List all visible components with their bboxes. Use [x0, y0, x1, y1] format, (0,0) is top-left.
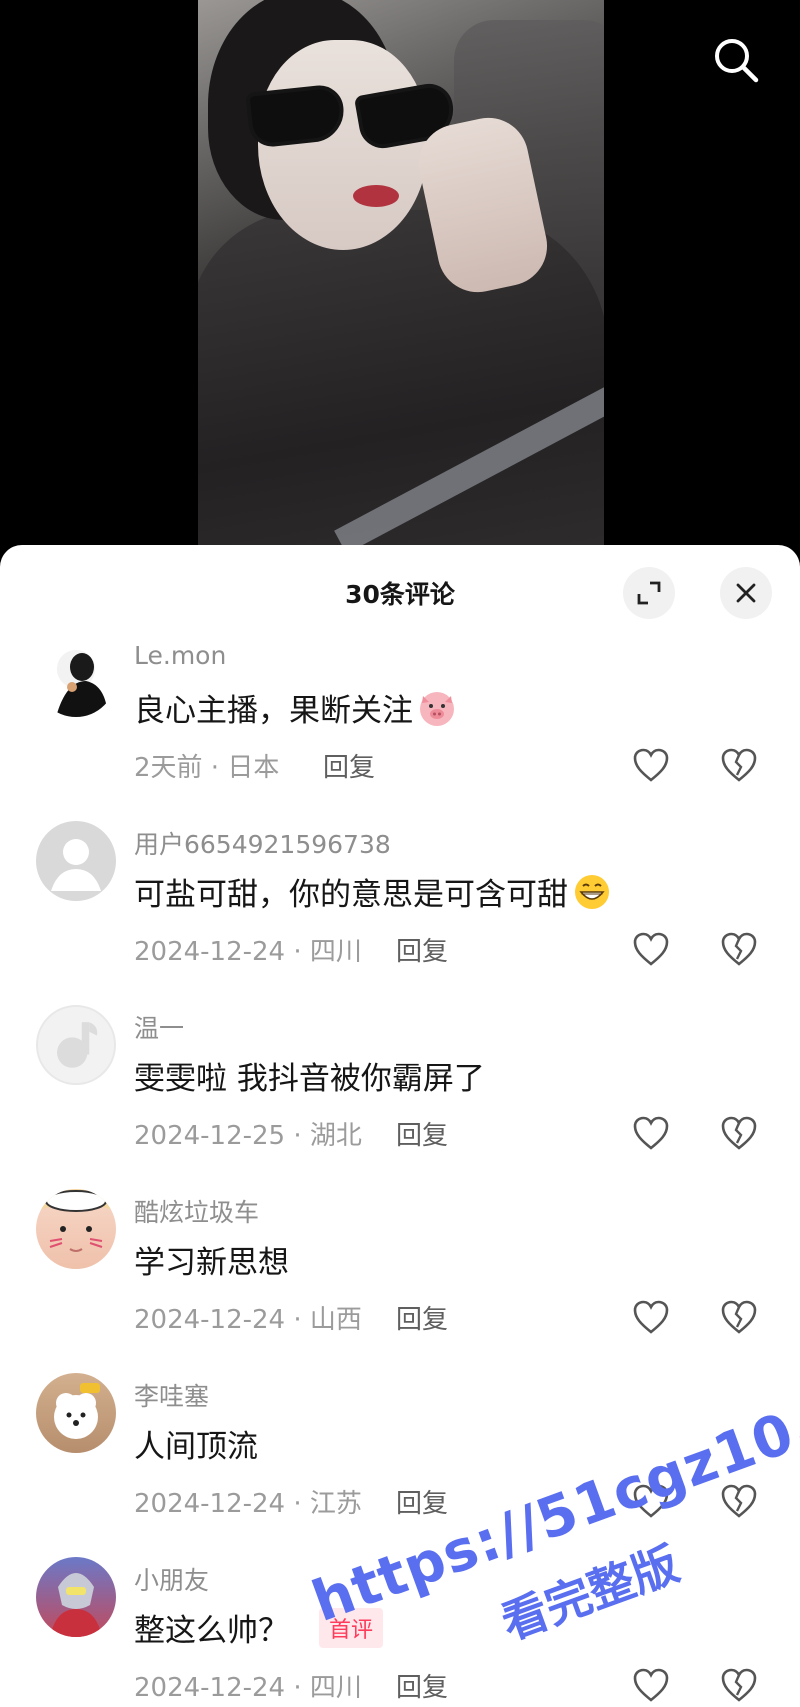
- like-heart-icon[interactable]: [632, 1299, 670, 1335]
- grinning-face-emoji-icon: [575, 874, 609, 909]
- comment-username[interactable]: 酷炫垃圾车: [134, 1193, 259, 1229]
- dislike-broken-heart-icon[interactable]: [720, 747, 758, 783]
- comment-meta: 2024-12-24 · 四川: [134, 937, 362, 967]
- like-heart-icon[interactable]: [632, 747, 670, 783]
- comment-meta: 2024-12-24 · 山西: [134, 1305, 362, 1335]
- comment-text-content: 可盐可甜，你的意思是可含可甜: [134, 877, 568, 913]
- comment-meta: 2024-12-24 · 江苏: [134, 1489, 362, 1519]
- avatar[interactable]: [36, 637, 116, 717]
- comment-item: 小朋友 整这么帅？ 首评 2024-12-24 · 四川 回复: [0, 1557, 800, 1707]
- reply-button[interactable]: 回复: [323, 747, 375, 784]
- dislike-broken-heart-icon[interactable]: [720, 931, 758, 967]
- first-comment-badge: 首评: [319, 1607, 384, 1648]
- comment-meta: 2024-12-25 · 湖北: [134, 1121, 362, 1151]
- comment-item: 酷炫垃圾车 学习新思想 2024-12-24 · 山西 回复: [0, 1189, 800, 1373]
- comment-text: 整这么帅？ 首评: [134, 1605, 384, 1650]
- dislike-broken-heart-icon[interactable]: [720, 1667, 758, 1703]
- expand-button[interactable]: [623, 567, 675, 619]
- video-player[interactable]: [0, 0, 800, 560]
- like-heart-icon[interactable]: [632, 1667, 670, 1703]
- like-heart-icon[interactable]: [632, 931, 670, 967]
- comment-text-content: 整这么帅？: [134, 1613, 289, 1649]
- comment-text-content: 人间顶流: [134, 1429, 258, 1465]
- video-frame[interactable]: [198, 0, 604, 560]
- avatar[interactable]: [36, 1189, 116, 1269]
- expand-icon: [637, 581, 661, 605]
- close-icon: [736, 583, 756, 603]
- comment-username[interactable]: 小朋友: [134, 1561, 209, 1597]
- search-icon: [715, 39, 759, 83]
- comment-username[interactable]: Le.mon: [134, 641, 226, 670]
- lips: [353, 185, 399, 207]
- dislike-broken-heart-icon[interactable]: [720, 1299, 758, 1335]
- comment-sheet: 30条评论 Le.mon 良心主播，果断关注 2天前 · 日本 回复 用户665…: [0, 545, 800, 1707]
- comment-item: 用户6654921596738 可盐可甜，你的意思是可含可甜 2024-12-2…: [0, 821, 800, 1005]
- search-button[interactable]: [712, 36, 760, 84]
- like-heart-icon[interactable]: [632, 1115, 670, 1151]
- comment-text: 学习新思想: [134, 1237, 289, 1282]
- comment-item: Le.mon 良心主播，果断关注 2天前 · 日本 回复: [0, 637, 800, 821]
- comment-item: 李哇塞 人间顶流 2024-12-24 · 江苏 回复: [0, 1373, 800, 1557]
- comment-text-content: 良心主播，果断关注: [134, 693, 413, 729]
- reply-button[interactable]: 回复: [396, 1483, 448, 1520]
- avatar[interactable]: [36, 1373, 116, 1453]
- comment-text: 人间顶流: [134, 1421, 258, 1466]
- comment-text-content: 雯雯啦 我抖音被你霸屏了: [134, 1061, 485, 1097]
- comment-text-content: 学习新思想: [134, 1245, 289, 1281]
- comment-meta: 2天前 · 日本: [134, 753, 280, 783]
- comment-text: 良心主播，果断关注: [134, 685, 457, 730]
- sunglasses: [245, 80, 459, 152]
- comment-count-title: 30条评论: [345, 580, 455, 609]
- reply-button[interactable]: 回复: [396, 1115, 448, 1152]
- reply-button[interactable]: 回复: [396, 1299, 448, 1336]
- avatar[interactable]: [36, 1005, 116, 1085]
- like-heart-icon[interactable]: [632, 1483, 670, 1519]
- comment-text: 可盐可甜，你的意思是可含可甜: [134, 869, 612, 914]
- reply-button[interactable]: 回复: [396, 931, 448, 968]
- comment-item: 温一 雯雯啦 我抖音被你霸屏了 2024-12-25 · 湖北 回复: [0, 1005, 800, 1189]
- pig-face-emoji-icon: [420, 691, 454, 726]
- comment-username[interactable]: 用户6654921596738: [134, 825, 391, 861]
- close-button[interactable]: [720, 567, 772, 619]
- comment-text: 雯雯啦 我抖音被你霸屏了: [134, 1053, 485, 1098]
- comment-username[interactable]: 李哇塞: [134, 1377, 209, 1413]
- avatar[interactable]: [36, 821, 116, 901]
- dislike-broken-heart-icon[interactable]: [720, 1115, 758, 1151]
- dislike-broken-heart-icon[interactable]: [720, 1483, 758, 1519]
- reply-button[interactable]: 回复: [396, 1667, 448, 1704]
- comment-username[interactable]: 温一: [134, 1009, 184, 1045]
- comment-meta: 2024-12-24 · 四川: [134, 1673, 362, 1703]
- avatar[interactable]: [36, 1557, 116, 1637]
